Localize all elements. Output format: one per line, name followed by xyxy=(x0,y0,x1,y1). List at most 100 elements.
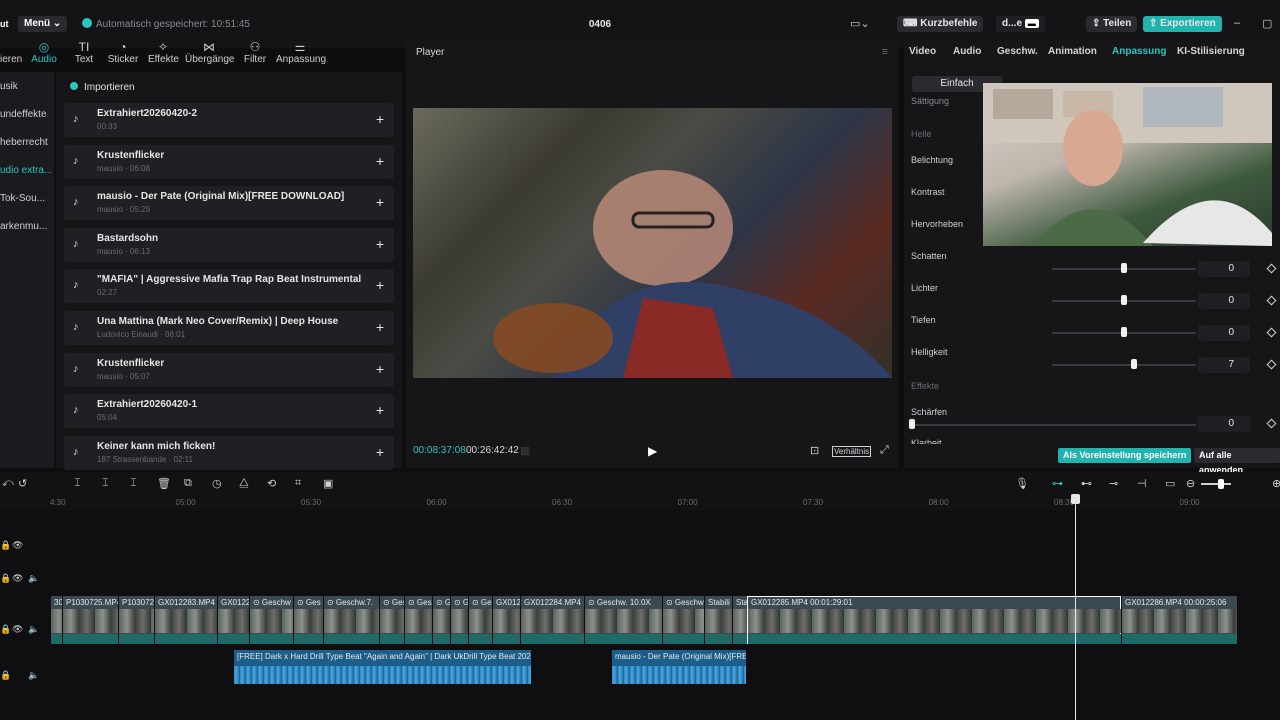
timeline-ruler[interactable]: 4:30 05:00 05:30 06:00 06:30 07:00 07:30 08:00 0… xyxy=(0,494,1280,510)
playhead-handle[interactable] xyxy=(1071,494,1080,504)
tab-adjust[interactable]: ⚌ Anpassung xyxy=(276,40,326,65)
video-clip[interactable]: 307 xyxy=(50,596,62,644)
account-button[interactable]: d...e ▬ xyxy=(996,16,1045,32)
layout-icon[interactable]: ▭⌄ xyxy=(850,17,870,30)
audio-track-item[interactable]: ♪ Bastardsohn mausio · 06:13 + xyxy=(64,227,394,262)
category-music[interactable]: usik xyxy=(0,76,52,98)
crop-icon[interactable]: ⌗ xyxy=(295,477,301,490)
audio-track-item[interactable]: ♪ mausio - Der Pate (Original Mix)[FREE D… xyxy=(64,186,394,221)
add-icon[interactable]: + xyxy=(376,319,384,335)
video-clip[interactable]: ⊙ Geschw xyxy=(662,596,704,644)
magnet-icon[interactable]: ⊷ xyxy=(1081,477,1092,490)
split-right-icon[interactable]: ⌶ xyxy=(130,477,137,490)
rotate-icon[interactable]: ⟲ xyxy=(267,477,276,490)
mirror-icon[interactable]: ⧋ xyxy=(239,477,249,490)
audio-track-item[interactable]: ♪ Una Mattina (Mark Neo Cover/Remix) | De… xyxy=(64,311,394,345)
sharpen-value[interactable]: 0 xyxy=(1198,416,1250,432)
adjust-slider-knob[interactable] xyxy=(1121,327,1127,337)
eye-icon[interactable]: 👁 xyxy=(12,540,23,551)
keyframe-diamond-icon[interactable] xyxy=(1266,359,1277,370)
slider-value[interactable]: 0 xyxy=(1198,325,1250,341)
video-clip[interactable]: ⊙ Geschw xyxy=(249,596,293,644)
reverse-icon[interactable]: ◷ xyxy=(212,477,222,490)
speaker-icon[interactable]: 🔈 xyxy=(28,670,39,681)
speaker-icon[interactable]: 🔈 xyxy=(28,624,39,635)
audio-track-item[interactable]: ♪ Krustenflicker mausio · 06:08 + xyxy=(64,144,394,179)
lock-icon[interactable]: 🔒 xyxy=(0,624,11,635)
adjust-slider[interactable] xyxy=(1052,364,1196,366)
video-clip[interactable]: ⊙ Geschw.7. xyxy=(323,596,379,644)
save-preset-button[interactable]: Als Voreinstellung speichern xyxy=(1058,448,1192,463)
hamburger-icon[interactable]: ≡ xyxy=(882,46,888,58)
video-clip[interactable]: GX012285.MP4 00:01:29:01 xyxy=(747,596,1121,644)
audio-clip[interactable]: [FREE] Dark x Hard Drill Type Beat "Agai… xyxy=(234,650,531,684)
apply-all-button[interactable]: Auf alle anwenden xyxy=(1194,448,1280,475)
tab-speed[interactable]: Geschw. xyxy=(997,46,1038,57)
speaker-icon[interactable]: 🔈 xyxy=(28,573,39,584)
tab-video[interactable]: Video xyxy=(909,46,936,57)
tab-adjustment[interactable]: Anpassung xyxy=(1112,46,1166,57)
tab-text[interactable]: TI Text xyxy=(72,40,96,65)
share-button[interactable]: ⇪ Teilen xyxy=(1086,16,1138,32)
add-icon[interactable]: + xyxy=(376,236,384,252)
lock-icon[interactable]: 🔒 xyxy=(0,670,11,681)
add-icon[interactable]: + xyxy=(376,277,384,293)
add-icon[interactable]: + xyxy=(376,402,384,418)
tab-filter[interactable]: ⚇ Filter xyxy=(242,40,268,65)
category-brand-music[interactable]: arkenmu... xyxy=(0,216,52,238)
undo-icon[interactable]: ⤺ xyxy=(2,477,14,490)
add-icon[interactable]: + xyxy=(376,444,384,460)
export-button[interactable]: ⇧ Exportieren xyxy=(1143,16,1222,32)
play-icon[interactable]: ▶ xyxy=(648,444,657,458)
playhead[interactable] xyxy=(1075,494,1076,720)
link-icon[interactable]: ⊶ xyxy=(1052,477,1063,490)
redo-icon[interactable]: ↺ xyxy=(18,477,27,490)
fullscreen-icon[interactable]: ⤢ xyxy=(880,444,889,457)
zoom-slider-knob[interactable] xyxy=(1218,479,1224,489)
adjust-slider-knob[interactable] xyxy=(1131,359,1138,369)
category-sound-effects[interactable]: undeffekte xyxy=(0,104,52,126)
ratio-button[interactable]: Verhältnis xyxy=(832,446,872,457)
category-tiktok-sounds[interactable]: Tok-Sou... xyxy=(0,188,52,210)
category-audio-extract[interactable]: udio extra... xyxy=(0,160,52,182)
video-clip[interactable]: ⊙ Ges xyxy=(468,596,492,644)
split-icon[interactable]: ⌶ xyxy=(74,477,81,490)
focus-icon[interactable]: ⊡ xyxy=(810,444,819,457)
ai-edit-icon[interactable]: ▣ xyxy=(323,477,333,490)
video-clip[interactable]: ⊙ Geschw. 10.0X xyxy=(584,596,662,644)
audio-track-item[interactable]: ♪ "MAFIA" | Aggressive Mafia Trap Rap Bea… xyxy=(64,269,394,304)
audio-track-item[interactable]: ♪ Extrahiert20260420-1 05:04 + xyxy=(64,394,394,429)
adjust-slider-knob[interactable] xyxy=(1121,263,1127,273)
delete-icon[interactable]: 🗑 xyxy=(157,477,171,490)
eye-icon[interactable]: 👁 xyxy=(12,624,23,635)
split-left-icon[interactable]: ⌶ xyxy=(102,477,109,490)
video-clip[interactable]: ⊙ Gesch xyxy=(404,596,432,644)
add-icon[interactable]: + xyxy=(376,194,384,210)
tab-import[interactable]: ieren xyxy=(0,40,22,65)
slider-value[interactable]: 0 xyxy=(1198,261,1250,277)
minimize-icon[interactable]: – xyxy=(1234,17,1240,29)
chain-icon[interactable]: ⊸ xyxy=(1109,477,1118,490)
add-icon[interactable]: + xyxy=(376,153,384,169)
sharpen-slider[interactable] xyxy=(912,424,1196,426)
video-clip[interactable]: GX012283.MP4 xyxy=(154,596,217,644)
video-clip[interactable]: ⊙ Ges xyxy=(379,596,404,644)
video-clip[interactable]: GX012 xyxy=(492,596,520,644)
video-clip[interactable]: Stabili xyxy=(704,596,732,644)
keyframe-diamond-icon[interactable] xyxy=(1266,418,1277,429)
add-icon[interactable]: + xyxy=(376,111,384,127)
audio-clip[interactable]: mausio - Der Pate (Original Mix)[FRE xyxy=(612,650,746,684)
lock-icon[interactable]: 🔒 xyxy=(0,573,11,584)
tab-sticker[interactable]: ◔ Sticker xyxy=(106,40,140,65)
category-copyright[interactable]: heberrecht xyxy=(0,132,52,154)
video-clip[interactable]: GX012284.MP4 xyxy=(520,596,584,644)
zoom-out-icon[interactable]: ⊖ xyxy=(1186,477,1195,490)
freeze-icon[interactable]: ⧉ xyxy=(184,477,192,490)
zoom-in-icon[interactable]: ⊕ xyxy=(1272,477,1280,490)
video-clip[interactable]: Sta xyxy=(732,596,747,644)
shortcuts-button[interactable]: ⌨ Kurzbefehle xyxy=(897,16,984,32)
tab-effects[interactable]: ✧ Effekte xyxy=(148,40,179,65)
import-button[interactable]: Importieren xyxy=(70,82,135,93)
tab-audio-props[interactable]: Audio xyxy=(953,46,981,57)
video-clip[interactable]: ⊙ G xyxy=(450,596,468,644)
